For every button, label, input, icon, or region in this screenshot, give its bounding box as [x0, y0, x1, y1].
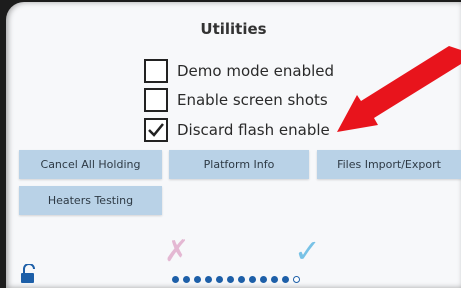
page-dot — [183, 276, 190, 283]
page-dot — [227, 276, 234, 283]
heaters-testing-button[interactable]: Heaters Testing — [19, 186, 162, 215]
page-dot-current — [293, 276, 300, 283]
page-dot — [216, 276, 223, 283]
screen-shots-label: Enable screen shots — [177, 91, 328, 109]
option-screen-shots[interactable]: Enable screen shots — [144, 87, 328, 113]
option-demo-mode[interactable]: Demo mode enabled — [144, 58, 334, 84]
cancel-all-holding-button[interactable]: Cancel All Holding — [19, 150, 162, 179]
files-import-export-button[interactable]: Files Import/Export — [317, 150, 461, 179]
utilities-screen: Utilities Demo mode enabled Enable scree… — [6, 2, 461, 288]
page-dot — [194, 276, 201, 283]
discard-flash-label: Discard flash enable — [177, 121, 330, 139]
page-title: Utilities — [200, 20, 267, 38]
demo-mode-checkbox[interactable] — [144, 59, 168, 83]
cancel-x-icon[interactable]: ✗ — [164, 234, 189, 269]
option-discard-flash[interactable]: Discard flash enable — [144, 117, 330, 143]
page-dot — [238, 276, 245, 283]
page-dot — [172, 276, 179, 283]
page-dot — [249, 276, 256, 283]
demo-mode-label: Demo mode enabled — [177, 62, 335, 80]
unlocked-padlock-icon[interactable] — [20, 264, 38, 284]
platform-info-button[interactable]: Platform Info — [169, 150, 309, 179]
page-dot — [205, 276, 212, 283]
page-dot — [271, 276, 278, 283]
discard-flash-checkbox[interactable] — [144, 118, 168, 142]
page-indicator — [172, 276, 300, 283]
page-dot — [260, 276, 267, 283]
checkmark-icon — [148, 123, 164, 137]
page-dot — [282, 276, 289, 283]
confirm-check-icon[interactable]: ✓ — [294, 232, 321, 270]
screen-shots-checkbox[interactable] — [144, 88, 168, 112]
